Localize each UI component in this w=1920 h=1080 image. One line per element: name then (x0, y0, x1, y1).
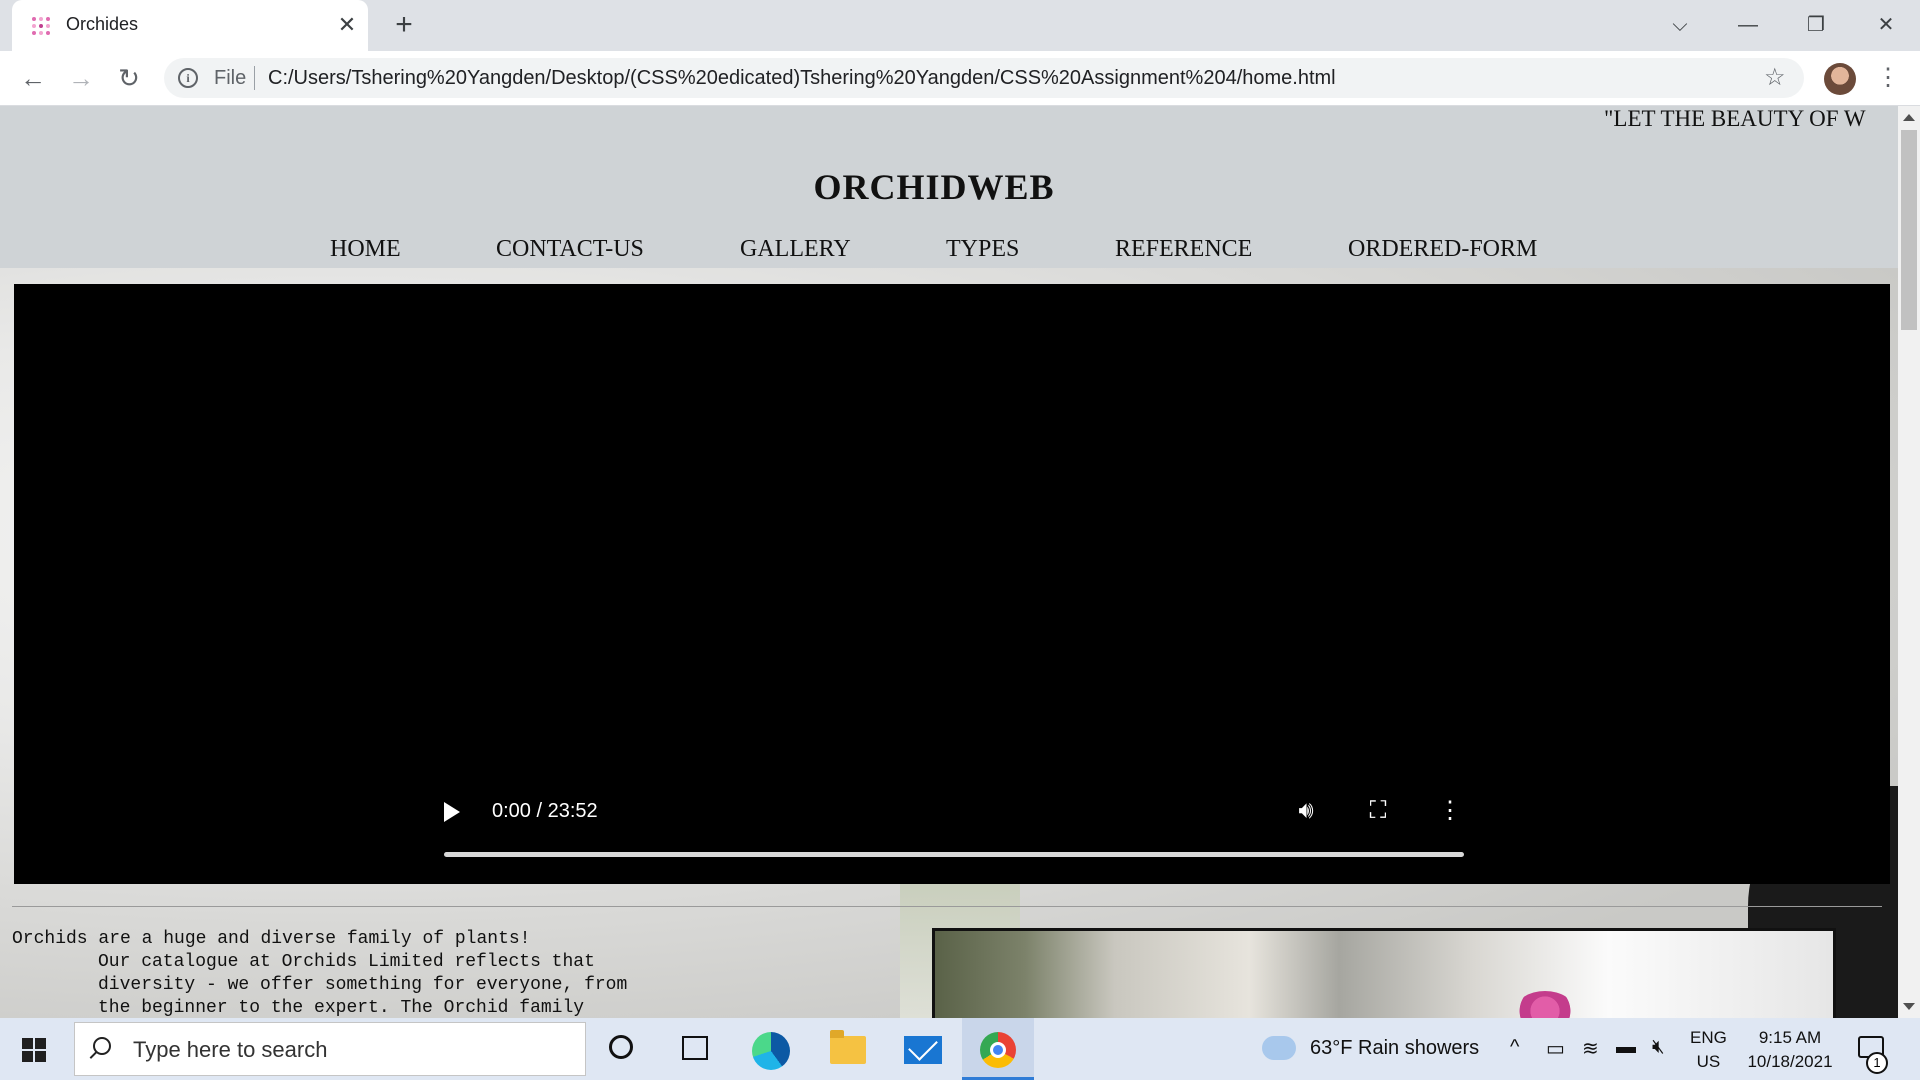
chrome-icon[interactable] (980, 1032, 1016, 1068)
page-scrollbar[interactable] (1898, 106, 1920, 1018)
close-icon[interactable]: ✕ (1866, 10, 1906, 40)
cortana-icon[interactable] (609, 1035, 633, 1059)
orchid-flower (1515, 991, 1575, 1018)
play-icon[interactable] (444, 802, 460, 822)
browser-tab[interactable]: Orchides ✕ (12, 0, 368, 51)
intro-line: Orchids are a huge and diverse family of… (12, 929, 531, 949)
forward-icon[interactable]: → (66, 63, 96, 93)
task-view-icon[interactable] (682, 1036, 708, 1060)
intro-line: diversity - we offer something for every… (98, 975, 628, 995)
chevron-up-icon[interactable]: ^ (1510, 1036, 1519, 1059)
profile-icon[interactable] (1824, 63, 1856, 95)
video-time: 0:00 / 23:52 (492, 800, 598, 822)
volume-icon[interactable]: 🔊︎ (1291, 796, 1321, 826)
mail-icon[interactable] (904, 1036, 942, 1064)
intro-line: the beginner to the expert. The Orchid f… (98, 998, 585, 1018)
nav-types[interactable]: TYPES (946, 236, 1019, 263)
language-indicator[interactable]: ENG US (1690, 1026, 1727, 1074)
notification-badge: 1 (1866, 1052, 1888, 1074)
orchid-favicon-icon (32, 17, 50, 35)
search-icon (93, 1037, 111, 1055)
tab-search-icon[interactable]: ⌵ (1660, 10, 1700, 40)
page-viewport: "LET THE BEAUTY OF W ORCHIDWEB HOME CONT… (0, 106, 1898, 1018)
minimize-icon[interactable]: — (1728, 10, 1768, 40)
video-menu-icon[interactable]: ⋮ (1435, 796, 1465, 826)
orchid-photo (932, 928, 1836, 1018)
nav-reference[interactable]: REFERENCE (1115, 236, 1252, 263)
restore-icon[interactable]: ❐ (1796, 10, 1836, 40)
file-explorer-icon[interactable] (830, 1030, 866, 1064)
language-code: ENG (1690, 1028, 1727, 1047)
omnibox[interactable]: i File C:/Users/Tshering%20Yangden/Deskt… (164, 58, 1804, 98)
weather-icon[interactable] (1262, 1036, 1296, 1060)
menu-icon[interactable]: ⋮ (1876, 63, 1900, 93)
tab-bar: Orchides ✕ + ⌵ — ❐ ✕ (0, 0, 1920, 51)
search-placeholder: Type here to search (133, 1037, 328, 1062)
clock-time: 9:15 AM (1758, 1028, 1822, 1047)
wifi-icon[interactable]: ≋ (1582, 1036, 1599, 1061)
page-header: "LET THE BEAUTY OF W ORCHIDWEB HOME CONT… (0, 106, 1898, 268)
divider (12, 906, 1882, 907)
intro-text: Orchids are a huge and diverse family of… (12, 928, 652, 1018)
address-bar-row: ← → ↻ i File C:/Users/Tshering%20Yangden… (0, 51, 1920, 106)
back-icon[interactable]: ← (18, 63, 48, 93)
tab-title: Orchides (66, 14, 139, 34)
scroll-thumb[interactable] (1901, 130, 1917, 330)
nav-gallery[interactable]: GALLERY (740, 236, 851, 263)
video-progress-bar[interactable] (444, 852, 1464, 857)
nav-ordered-form[interactable]: ORDERED-FORM (1348, 236, 1537, 263)
site-title: ORCHIDWEB (813, 167, 1055, 207)
taskbar: Type here to search 63°F Rain showers ^ … (0, 1018, 1920, 1080)
new-tab-button[interactable]: + (388, 10, 420, 42)
scroll-up-icon[interactable] (1903, 114, 1915, 121)
clock[interactable]: 9:15 AM 10/18/2021 (1740, 1026, 1840, 1074)
marquee-quote: "LET THE BEAUTY OF W (1604, 106, 1866, 131)
reload-icon[interactable]: ↻ (114, 63, 144, 93)
meet-now-icon[interactable]: ▭ (1546, 1036, 1565, 1061)
address-separator (254, 66, 255, 90)
weather-text[interactable]: 63°F Rain showers (1310, 1037, 1479, 1060)
nav-home[interactable]: HOME (330, 236, 401, 263)
nav-contact-us[interactable]: CONTACT-US (496, 236, 644, 263)
taskbar-search-box[interactable]: Type here to search (74, 1022, 586, 1076)
info-icon[interactable]: i (178, 68, 198, 88)
fullscreen-icon[interactable]: ⛶ (1363, 796, 1393, 826)
intro-line: Our catalogue at Orchids Limited reflect… (98, 952, 595, 972)
address-prefix: File (214, 67, 247, 89)
windows-start-icon[interactable] (22, 1038, 46, 1062)
volume-muted-icon[interactable]: 🔇︎ (1652, 1036, 1665, 1059)
battery-icon[interactable]: ▬ (1616, 1036, 1636, 1059)
star-icon[interactable]: ☆ (1764, 63, 1786, 93)
scroll-down-icon[interactable] (1903, 1003, 1915, 1010)
video-player[interactable]: 0:00 / 23:52 🔊︎ ⛶ ⋮ (14, 284, 1890, 884)
clock-date: 10/18/2021 (1747, 1052, 1833, 1071)
region-code: US (1696, 1052, 1721, 1071)
edge-icon[interactable] (752, 1032, 790, 1070)
tab-close-icon[interactable]: ✕ (334, 12, 360, 38)
url-text[interactable]: C:/Users/Tshering%20Yangden/Desktop/(CSS… (268, 67, 1336, 90)
